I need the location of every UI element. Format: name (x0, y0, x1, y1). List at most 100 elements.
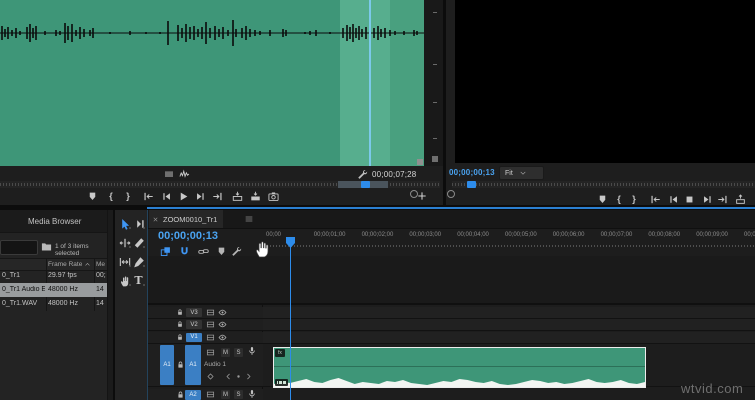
media-row-2[interactable]: 0_Tr1 Audio Extra48000 Hz 14 (0, 283, 107, 297)
export-frame-button[interactable] (266, 189, 280, 203)
track-v3-lane[interactable] (263, 307, 755, 318)
track-a1-name[interactable]: Audio 1 (204, 361, 226, 368)
add-marker-button[interactable] (595, 192, 609, 205)
sync-lock-icon[interactable] (206, 308, 215, 317)
keyframe-toggle-icon[interactable] (206, 372, 215, 381)
media-row-3[interactable]: 0_Tr1.WAV 48000 Hz 14 (0, 297, 107, 311)
media-row-1[interactable]: 0_Tr1 29.97 fps 00; (0, 269, 107, 283)
drag-video-only-icon[interactable] (164, 169, 174, 179)
track-select-forward-tool[interactable] (132, 217, 145, 230)
program-video-display[interactable] (455, 0, 755, 163)
button-editor-button[interactable] (415, 189, 429, 203)
mark-out-button[interactable]: } (121, 189, 135, 203)
mark-in-button[interactable]: { (612, 192, 626, 205)
tab-sequence[interactable]: ZOOM0010_Tr1 (149, 210, 224, 228)
bin-folder-icon[interactable] (41, 241, 52, 252)
solo-button-a1[interactable]: S (234, 348, 243, 357)
ripple-edit-tool[interactable] (118, 236, 131, 249)
sync-lock-icon[interactable] (206, 320, 215, 329)
source-patch-a1[interactable]: A1 (160, 345, 174, 385)
source-playhead[interactable] (369, 0, 371, 166)
track-v3-row: V3 (148, 307, 755, 319)
play-stop-button[interactable] (682, 192, 696, 205)
voiceover-mic-icon[interactable] (247, 389, 257, 399)
lock-icon[interactable] (176, 320, 184, 328)
mark-out-button[interactable]: } (627, 192, 641, 205)
track-v2-lane[interactable] (263, 319, 755, 331)
eye-icon[interactable] (218, 320, 227, 329)
ruler-label: 00;00;04;00 (457, 232, 489, 238)
step-back-button[interactable] (159, 189, 173, 203)
previous-keyframe-icon[interactable] (224, 372, 233, 381)
step-forward-button[interactable] (193, 189, 207, 203)
close-icon[interactable] (152, 216, 159, 223)
program-position-timecode[interactable]: 00;00;00;13 (449, 168, 495, 177)
lock-icon[interactable] (176, 390, 185, 399)
step-back-button[interactable] (666, 192, 680, 205)
type-tool[interactable]: T (132, 274, 145, 287)
lock-icon[interactable] (176, 333, 184, 341)
track-a2-row: A2 M S (148, 389, 755, 400)
add-keyframe-icon[interactable] (234, 372, 243, 381)
timeline-position-timecode[interactable]: 00;00;00;13 (158, 230, 218, 242)
eye-icon[interactable] (218, 333, 227, 342)
program-scrubber[interactable] (452, 181, 755, 188)
track-v1-lane[interactable] (263, 331, 755, 343)
tab-media-browser[interactable]: Media Browser (28, 217, 81, 226)
track-target-v1[interactable]: V1 (186, 332, 202, 342)
slip-tool[interactable] (118, 255, 131, 268)
media-scrollbar[interactable] (107, 210, 113, 400)
selection-status-text: 1 of 3 items selected (55, 243, 89, 257)
mute-button-a1[interactable]: M (221, 348, 230, 357)
source-waveform-display[interactable] (0, 0, 424, 166)
selection-tool[interactable] (118, 217, 131, 230)
source-scrubber-handle[interactable] (361, 181, 370, 188)
ruler-label: 00;00;06;00 (552, 232, 585, 238)
drag-audio-only-icon[interactable] (179, 169, 190, 180)
program-playhead-handle[interactable] (467, 181, 476, 188)
track-target-a1[interactable]: A1 (185, 345, 201, 385)
panel-menu-icon[interactable] (244, 214, 254, 224)
vertical-scroll-handle[interactable] (432, 156, 438, 162)
track-target-v2[interactable]: V2 (186, 320, 202, 330)
overwrite-button[interactable] (248, 189, 262, 203)
clip-fx-badge[interactable]: fx (275, 349, 285, 357)
source-vertical-scrollbar[interactable] (424, 0, 443, 166)
sync-lock-icon[interactable] (206, 333, 215, 342)
zoom-level-select[interactable]: Fit (499, 166, 544, 180)
voiceover-mic-icon[interactable] (247, 346, 257, 356)
play-button[interactable] (176, 189, 190, 203)
go-to-out-button[interactable] (715, 192, 729, 205)
lock-icon[interactable] (176, 360, 185, 369)
go-to-out-button[interactable] (210, 189, 224, 203)
mute-button-a2[interactable]: M (221, 390, 230, 399)
track-target-a2[interactable]: A2 (185, 390, 201, 400)
go-to-in-button[interactable] (141, 189, 155, 203)
razor-tool[interactable] (132, 236, 145, 249)
insert-button[interactable] (230, 189, 244, 203)
hand-tool[interactable] (118, 274, 131, 287)
go-to-in-button[interactable] (648, 192, 662, 205)
eye-icon[interactable] (218, 308, 227, 317)
cell: 29.97 fps (48, 272, 77, 279)
sync-lock-icon[interactable] (206, 390, 215, 399)
source-settings-wrench-icon[interactable] (357, 169, 368, 180)
source-scrubber[interactable] (0, 181, 440, 188)
add-marker-button[interactable] (85, 189, 99, 203)
ruler-label: 00;00;01;00 (313, 232, 346, 238)
ruler-label: 00;00;07;00 (600, 232, 633, 238)
timeline-playhead-line[interactable] (290, 237, 291, 400)
solo-button-a2[interactable]: S (234, 390, 243, 399)
mark-in-button[interactable]: { (104, 189, 118, 203)
track-target-v3[interactable]: V3 (186, 308, 202, 317)
lift-button[interactable] (733, 192, 747, 205)
cell: 0_Tr1 Audio Extra (2, 286, 45, 293)
pen-tool[interactable] (132, 255, 145, 268)
audio-clip[interactable]: fx (273, 347, 646, 388)
media-search-input[interactable] (0, 240, 38, 255)
lock-icon[interactable] (176, 308, 184, 316)
step-forward-button[interactable] (700, 192, 714, 205)
source-resize-handle[interactable] (417, 159, 423, 165)
sync-lock-icon[interactable] (206, 348, 215, 357)
next-keyframe-icon[interactable] (244, 372, 253, 381)
